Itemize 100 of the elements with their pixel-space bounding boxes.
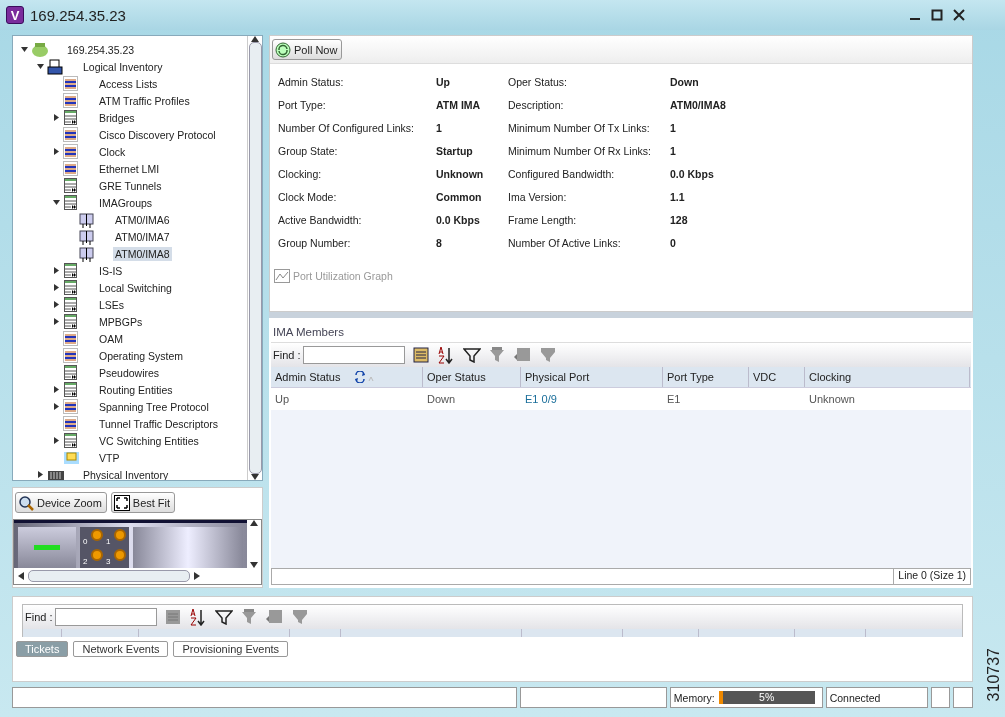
tree-item[interactable]: MPBGPs (97, 314, 145, 329)
filter-icon[interactable] (214, 609, 233, 625)
scrollbar-thumb[interactable] (28, 570, 190, 582)
field-value: ATM IMA (436, 99, 482, 111)
column-header[interactable]: Admin Status (271, 367, 423, 387)
tree-item[interactable]: IS-IS (97, 263, 125, 278)
field-label: Minimum Number Of Tx Links: (508, 122, 651, 134)
field-label: Group Number: (278, 237, 352, 249)
expanded-arrow-icon[interactable] (21, 46, 31, 53)
column-header[interactable]: VDC (749, 367, 805, 387)
tree-item[interactable]: 169.254.35.23 (65, 42, 137, 57)
tree-item[interactable]: Pseudowires (97, 365, 162, 380)
tree-item[interactable]: Operating System (97, 348, 186, 363)
device-zoom-button[interactable]: Device Zoom (15, 492, 107, 513)
close-icon[interactable] (953, 9, 965, 21)
figure-number: 310737 (986, 647, 1002, 701)
row-count-label: Line 0 (Size 1) (893, 569, 970, 584)
zoom-icon (18, 494, 34, 511)
field-label: Configured Bandwidth: (508, 168, 616, 180)
tree-item[interactable]: VTP (97, 450, 122, 465)
tree-item[interactable]: ATM0/IMA8 (113, 246, 172, 261)
status-led (34, 545, 60, 550)
port-number: 3 (106, 558, 111, 566)
port-number: 1 (106, 538, 111, 546)
expanded-arrow-icon[interactable] (37, 63, 47, 70)
port-number: 0 (83, 538, 88, 546)
field-label: Ima Version: (508, 191, 568, 203)
scroll-left-icon[interactable] (18, 572, 24, 580)
status-panel (953, 687, 973, 708)
tree-item[interactable]: Access Lists (97, 76, 160, 91)
tab[interactable]: Network Events (73, 641, 169, 657)
field-label: Port Type: (278, 99, 327, 111)
tree-item[interactable]: OAM (97, 331, 125, 346)
tree-item[interactable]: Spanning Tree Protocol (97, 399, 211, 414)
sort-az-icon[interactable] (188, 608, 207, 626)
column-header[interactable]: Physical Port (521, 367, 663, 387)
port-link[interactable]: E1 0/9 (525, 393, 557, 405)
tree-item[interactable]: Bridges (97, 110, 137, 125)
tree-item[interactable]: Clock (97, 144, 128, 159)
tree-item[interactable]: ATM0/IMA7 (113, 229, 172, 244)
save-icon[interactable] (164, 609, 181, 625)
save-icon[interactable] (412, 347, 429, 363)
tree-item[interactable]: Cisco Discovery Protocol (97, 127, 218, 142)
connection-status: Connected (829, 691, 881, 704)
fit-icon (113, 494, 130, 511)
field-value: 1 (436, 122, 443, 134)
chart-icon (274, 269, 290, 283)
find-field[interactable] (302, 346, 405, 364)
port-icon[interactable] (91, 529, 103, 541)
column-header[interactable]: Clocking (805, 367, 970, 387)
field-label: Active Bandwidth: (278, 214, 363, 226)
port-number: 2 (83, 558, 88, 566)
best-fit-button[interactable]: Best Fit (110, 492, 176, 513)
tree-item[interactable]: ATM Traffic Profiles (97, 93, 192, 108)
table-cell: Up (275, 393, 290, 405)
port-icon[interactable] (114, 529, 126, 541)
field-value: 0 (670, 237, 677, 249)
scroll-up-icon[interactable] (250, 520, 258, 526)
tree-item[interactable]: IMAGroups (97, 195, 155, 210)
port-icon[interactable] (91, 549, 103, 561)
envelope-icon (63, 449, 80, 466)
scroll-right-icon[interactable] (194, 572, 200, 580)
find-field[interactable] (54, 608, 157, 626)
field-value: Unknown (436, 168, 485, 180)
column-header[interactable]: Port Type (663, 367, 749, 387)
tree-item[interactable]: LSEs (97, 297, 127, 312)
refresh-icon (275, 41, 291, 58)
field-value: 1.1 (670, 191, 686, 203)
tree-item[interactable]: Logical Inventory (81, 59, 165, 74)
table-cell: Down (427, 393, 456, 405)
status-panel (930, 687, 951, 708)
tree-item[interactable]: Ethernet LMI (97, 161, 162, 176)
tree-item[interactable]: Tunnel Traffic Descriptors (97, 416, 221, 431)
tree-item[interactable]: Local Switching (97, 280, 174, 295)
field-label: Number Of Configured Links: (278, 122, 415, 134)
field-value: Down (670, 76, 700, 88)
field-value: 8 (436, 237, 443, 249)
tree-item[interactable]: Physical Inventory (81, 467, 171, 480)
filter-icon[interactable] (462, 347, 481, 363)
column-header[interactable]: Oper Status (423, 367, 521, 387)
link-group-icon (79, 228, 94, 245)
field-value: 0.0 Kbps (436, 214, 481, 226)
field-value: Common (436, 191, 483, 203)
scroll-down-icon[interactable] (250, 562, 258, 568)
tree-item[interactable]: ATM0/IMA6 (113, 212, 172, 227)
router-icon (31, 41, 49, 58)
table-cell: E1 (667, 393, 681, 405)
tree-item[interactable]: Routing Entities (97, 382, 175, 397)
port-icon[interactable] (114, 549, 126, 561)
maximize-icon[interactable] (931, 9, 943, 21)
field-label: Number Of Active Links: (508, 237, 622, 249)
scrollbar-thumb[interactable] (248, 42, 262, 474)
poll-now-button[interactable]: Poll Now (272, 39, 343, 60)
expanded-arrow-icon[interactable] (53, 199, 63, 206)
sort-az-icon[interactable] (436, 346, 455, 364)
field-value: 1 (670, 122, 677, 134)
tab[interactable]: Provisioning Events (173, 641, 289, 657)
tree-item[interactable]: GRE Tunnels (97, 178, 164, 193)
field-label: Group State: (278, 145, 339, 157)
tree-item[interactable]: VC Switching Entities (97, 433, 201, 448)
